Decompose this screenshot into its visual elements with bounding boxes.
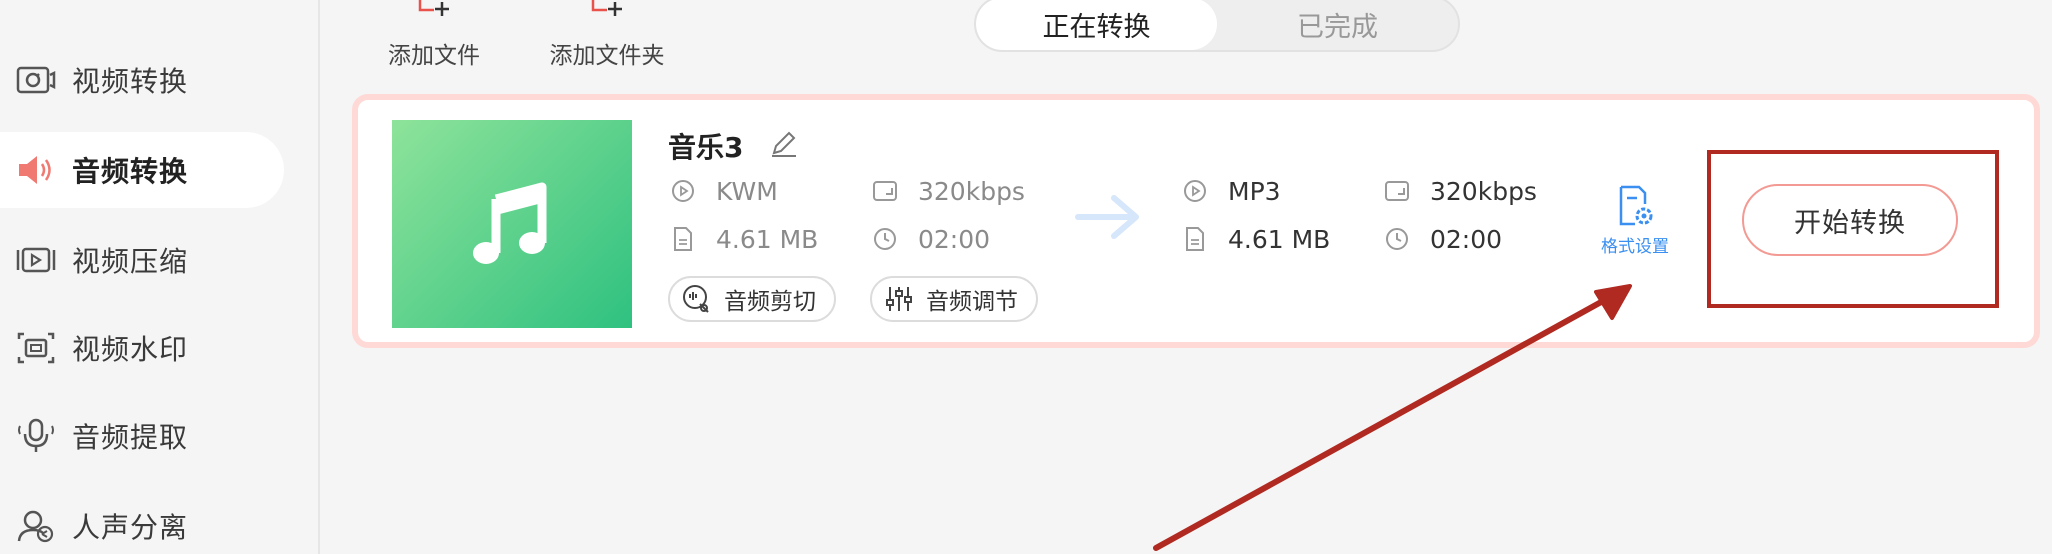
format-disc-icon (1180, 176, 1210, 206)
sidebar-item-label: 视频压缩 (72, 245, 189, 278)
sidebar-item-video-convert[interactable]: 视频转换 (0, 42, 284, 118)
video-compress-icon (14, 242, 58, 278)
sidebar-item-label: 视频转换 (72, 65, 189, 98)
status-tabs: 正在转换 已完成 (974, 0, 1460, 52)
conversion-task-card: 音乐3 KWM 320kbps 4.61 MB 02:00 MP3 320kbp… (352, 94, 2040, 348)
sidebar-item-label: 人声分离 (72, 511, 189, 544)
target-size: 4.61 MB (1180, 224, 1330, 254)
file-thumbnail (392, 120, 632, 328)
microphone-icon (14, 418, 58, 454)
equalizer-icon (884, 284, 914, 314)
add-file-button[interactable]: 添加文件 (384, 0, 484, 70)
add-folder-label: 添加文件夹 (549, 43, 665, 69)
target-bitrate: 320kbps (1382, 176, 1537, 206)
audio-cut-button[interactable]: 音频剪切 (668, 276, 836, 322)
sidebar-item-audio-extract[interactable]: 音频提取 (0, 398, 284, 474)
format-settings-button[interactable]: 格式设置 (1590, 184, 1680, 264)
sidebar-item-label: 视频水印 (72, 333, 189, 366)
add-folder-button[interactable]: 添加文件夹 (544, 0, 670, 70)
add-file-label: 添加文件 (388, 43, 480, 69)
file-size-icon (1180, 224, 1210, 254)
sidebar-item-label: 音频转换 (72, 155, 189, 188)
target-format: MP3 (1180, 176, 1281, 206)
add-file-icon (414, 0, 454, 32)
add-folder-icon (587, 0, 627, 32)
sidebar-item-voice-separate[interactable]: 人声分离 (0, 488, 284, 554)
format-disc-icon (668, 176, 698, 206)
tab-completed[interactable]: 已完成 (1217, 0, 1458, 50)
bitrate-icon (870, 176, 900, 206)
tab-converting[interactable]: 正在转换 (976, 0, 1217, 50)
bitrate-icon (1382, 176, 1412, 206)
sidebar: 视频转换 音频转换 视频压缩 视频水印 音频提取 人声分离 (0, 0, 320, 554)
sidebar-item-audio-convert[interactable]: 音频转换 (0, 132, 284, 208)
voice-separate-icon (14, 508, 58, 544)
video-convert-icon (14, 62, 58, 98)
audio-speaker-icon (14, 152, 58, 188)
format-settings-label: 格式设置 (1601, 237, 1669, 257)
app-window: 视频转换 音频转换 视频压缩 视频水印 音频提取 人声分离 添加文件 添加文件夹… (0, 0, 2052, 554)
sidebar-item-video-watermark[interactable]: 视频水印 (0, 310, 284, 386)
audio-adjust-button[interactable]: 音频调节 (870, 276, 1038, 322)
sidebar-item-label: 音频提取 (72, 421, 189, 454)
file-name-text: 音乐3 (668, 131, 744, 164)
sidebar-item-video-compress[interactable]: 视频压缩 (0, 222, 284, 298)
clock-icon (870, 224, 900, 254)
rename-pencil-icon[interactable] (769, 128, 799, 165)
music-note-icon (473, 182, 547, 264)
source-size: 4.61 MB (668, 224, 818, 254)
source-bitrate: 320kbps (870, 176, 1025, 206)
scissors-icon (682, 284, 712, 314)
convert-arrow-icon (1075, 195, 1139, 239)
target-duration: 02:00 (1382, 224, 1502, 254)
source-duration: 02:00 (870, 224, 990, 254)
video-watermark-icon (14, 330, 58, 366)
source-format: KWM (668, 176, 778, 206)
file-size-icon (668, 224, 698, 254)
format-settings-icon (1619, 185, 1653, 226)
start-convert-button[interactable]: 开始转换 (1742, 184, 1958, 256)
clock-icon (1382, 224, 1412, 254)
file-name: 音乐3 (668, 126, 799, 166)
